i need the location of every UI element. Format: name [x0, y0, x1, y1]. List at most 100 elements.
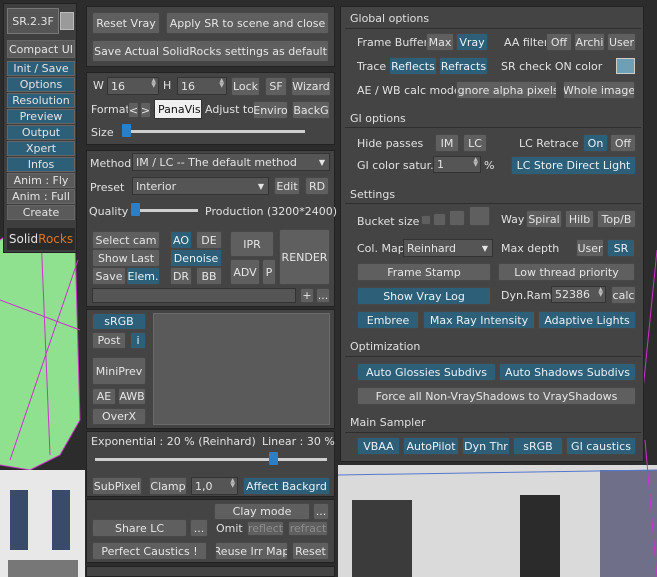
sf-button[interactable]: SF [265, 77, 287, 96]
max-depth-sr-button[interactable]: SR [607, 239, 635, 257]
rd-button[interactable]: RD [305, 177, 329, 195]
lc-retrace-off-button[interactable]: Off [610, 134, 636, 152]
left-menu-item[interactable]: Xpert [7, 141, 75, 156]
way-spiral-button[interactable]: Spiral [526, 210, 562, 228]
trace-reflects-button[interactable]: Reflects [389, 57, 437, 75]
format-prev-button[interactable]: < [128, 102, 139, 118]
dyn-ram-spinner[interactable]: 52386 ▲ ▼ [551, 286, 606, 303]
clay-mode-button[interactable]: Clay mode [214, 503, 310, 520]
browse-path-button[interactable]: ... [316, 288, 330, 303]
clamp-button[interactable]: Clamp [149, 477, 187, 495]
frame-stamp-button[interactable]: Frame Stamp [357, 263, 491, 281]
bucket-size-4[interactable] [469, 206, 490, 226]
render-path-field[interactable] [92, 288, 296, 303]
size-slider[interactable] [123, 130, 305, 133]
auto-glossies-button[interactable]: Auto Glossies Subdivs [357, 363, 496, 381]
bucket-size-3[interactable] [449, 210, 465, 226]
perfect-caustics-button[interactable]: Perfect Caustics ! [92, 542, 207, 560]
add-path-button[interactable]: + [300, 288, 314, 303]
left-menu-item[interactable]: Create [7, 205, 75, 220]
compact-ui-button[interactable]: Compact UI [7, 40, 75, 58]
share-lc-options-button[interactable]: ... [190, 519, 208, 537]
max-depth-user-button[interactable]: User [576, 239, 604, 257]
srgb-vfb-button[interactable]: sRGB [92, 313, 146, 330]
fb-max-button[interactable]: Max [426, 33, 454, 51]
way-topb-button[interactable]: Top/B [597, 210, 636, 228]
bucket-size-2[interactable] [433, 213, 446, 226]
close-icon[interactable] [60, 12, 74, 30]
width-spinner[interactable]: 16 ▲ ▼ [107, 77, 159, 95]
dr-button[interactable]: DR [170, 267, 192, 285]
way-hilb-button[interactable]: Hilb [565, 210, 594, 228]
autopilot-button[interactable]: AutoPilot [403, 437, 459, 455]
save-default-button[interactable]: >> Save Actual SolidRocks settings as de… [92, 40, 329, 62]
render-button[interactable]: RENDER [279, 229, 330, 285]
select-cam-button[interactable]: Select cam [92, 231, 160, 249]
fb-vray-button[interactable]: Vray [456, 33, 488, 51]
sr-check-color-swatch[interactable] [616, 58, 635, 74]
adv-button[interactable]: ADV [230, 259, 260, 285]
size-slider-knob[interactable] [122, 124, 131, 137]
enviro-button[interactable]: Enviro [253, 101, 288, 119]
p-button[interactable]: P [262, 259, 276, 285]
dyn-ram-calc-button[interactable]: calc [611, 286, 636, 304]
format-field[interactable]: PanaVis [154, 99, 202, 119]
col-map-dropdown[interactable]: Reinhard ▼ [403, 239, 493, 257]
left-menu-item[interactable]: Anim : Full [7, 189, 75, 204]
elements-button[interactable]: Elem. [126, 267, 160, 285]
gi-caustics-button[interactable]: GI caustics [566, 437, 636, 455]
ae-button[interactable]: AE [92, 388, 116, 405]
left-menu-item[interactable]: Options [7, 77, 75, 92]
max-ray-intensity-button[interactable]: Max Ray Intensity [423, 311, 535, 329]
force-vrayshadows-button[interactable]: Force all Non-VrayShadows to VrayShadows [357, 387, 636, 405]
left-menu-item[interactable]: Anim : Fly [7, 173, 75, 188]
lc-store-direct-button[interactable]: LC Store Direct Light [511, 156, 636, 175]
clay-options-button[interactable]: ... [313, 503, 329, 520]
left-menu-item[interactable]: Resolution [7, 93, 75, 108]
miniprev-button[interactable]: MiniPrev [92, 357, 146, 385]
omit-reflect-button[interactable]: reflect [247, 521, 284, 536]
lock-button[interactable]: Lock [231, 77, 260, 96]
ipr-button[interactable]: IPR [230, 231, 274, 257]
srgb-sampler-button[interactable]: sRGB [513, 437, 563, 455]
quality-slider[interactable] [132, 209, 198, 212]
aa-off-button[interactable]: Off [546, 33, 572, 51]
lc-retrace-on-button[interactable]: On [583, 134, 608, 152]
aa-archi-button[interactable]: Archi [574, 33, 605, 51]
affect-backgrd-button[interactable]: Affect Backgrd [243, 477, 330, 495]
left-menu-item[interactable]: Infos [7, 157, 75, 172]
backg-button[interactable]: BackG [292, 101, 330, 119]
embree-button[interactable]: Embree [357, 311, 419, 329]
reuse-irr-map-button[interactable]: Reuse Irr Map [215, 542, 288, 560]
bucket-size-1[interactable] [421, 215, 431, 225]
edit-button[interactable]: Edit [274, 177, 300, 195]
wizard-button[interactable]: Wizard [291, 77, 331, 96]
method-dropdown[interactable]: IM / LC -- The default method ▼ [132, 153, 330, 171]
ignore-alpha-button[interactable]: Ignore alpha pixels [456, 81, 557, 99]
hide-lc-button[interactable]: LC [463, 134, 487, 152]
vbaa-button[interactable]: VBAA [357, 437, 400, 455]
whole-image-button[interactable]: Whole image [563, 81, 635, 99]
aa-user-button[interactable]: User [607, 33, 636, 51]
hide-im-button[interactable]: IM [435, 134, 459, 152]
overx-button[interactable]: OverX [92, 408, 146, 425]
post-button[interactable]: Post [92, 332, 126, 349]
left-menu-item[interactable]: Init / Save [7, 61, 75, 76]
ao-button[interactable]: AO [170, 231, 192, 249]
adaptive-lights-button[interactable]: Adaptive Lights [538, 311, 636, 329]
left-menu-item[interactable]: Preview [7, 109, 75, 124]
show-last-button[interactable]: Show Last [92, 249, 160, 267]
de-button[interactable]: DE [196, 231, 222, 249]
preset-dropdown[interactable]: Interior ▼ [132, 177, 269, 195]
reset-button[interactable]: Reset [292, 542, 329, 560]
bb-button[interactable]: BB [196, 267, 222, 285]
clamp-spinner[interactable]: 1,0 ▲ ▼ [191, 477, 238, 495]
subpixel-button[interactable]: SubPixel [92, 477, 142, 495]
quality-slider-knob[interactable] [131, 203, 140, 216]
reset-vray-button[interactable]: Reset Vray [92, 12, 160, 34]
gi-satur-spinner[interactable]: 1 ▲ ▼ [433, 156, 481, 173]
height-spinner[interactable]: 16 ▲ ▼ [177, 77, 227, 95]
left-menu-item[interactable]: Output [7, 125, 75, 140]
save-render-button[interactable]: Save [92, 267, 126, 285]
dyn-thr-button[interactable]: Dyn Thr [462, 437, 510, 455]
